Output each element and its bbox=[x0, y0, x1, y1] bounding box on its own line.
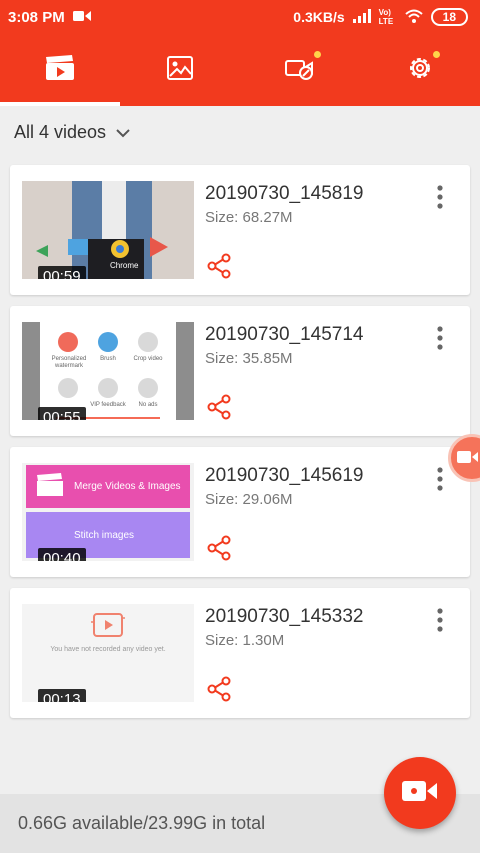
network-speed: 0.3KB/s bbox=[293, 9, 345, 25]
video-card[interactable]: Merge Videos & Images Stitch images 00:4… bbox=[10, 447, 470, 577]
tab-bar bbox=[0, 34, 480, 106]
empty-message: You have not recorded any video yet. bbox=[50, 646, 166, 653]
video-duration: 00:55 bbox=[38, 407, 86, 420]
tab-edit[interactable] bbox=[240, 34, 360, 106]
thumb-label: Brush bbox=[100, 356, 116, 362]
video-size: Size: 68.27M bbox=[205, 209, 293, 226]
tab-settings[interactable] bbox=[360, 34, 480, 106]
notification-dot bbox=[314, 51, 321, 58]
video-card[interactable]: Chrome 00:59 20190730_145819 Size: 68.27… bbox=[10, 165, 470, 295]
filter-label: All 4 videos bbox=[14, 121, 107, 142]
carrier-badge: Vo) LTE bbox=[378, 8, 394, 26]
video-duration: 00:40 bbox=[38, 548, 86, 561]
video-size: Size: 29.06M bbox=[205, 491, 293, 508]
status-time: 3:08 PM bbox=[8, 8, 65, 26]
status-bar: 3:08 PM 0.3KB/s Vo) LTE 18 bbox=[0, 0, 480, 34]
image-icon bbox=[167, 55, 193, 85]
camera-icon bbox=[457, 449, 479, 470]
video-thumbnail[interactable]: You have not recorded any video yet. 00:… bbox=[22, 604, 194, 702]
video-title: 20190730_145714 bbox=[205, 324, 364, 345]
battery-indicator: 18 bbox=[430, 8, 468, 26]
share-icon[interactable] bbox=[206, 676, 232, 702]
share-icon[interactable] bbox=[206, 253, 232, 279]
video-duration: 00:13 bbox=[38, 689, 86, 702]
notification-dot bbox=[433, 51, 440, 58]
video-placeholder-icon bbox=[90, 610, 126, 643]
video-clapper-icon bbox=[45, 54, 75, 86]
more-options-icon[interactable] bbox=[428, 324, 452, 354]
video-title: 20190730_145332 bbox=[205, 606, 364, 627]
clapper-icon bbox=[36, 473, 64, 502]
gear-icon bbox=[406, 54, 434, 87]
signal-icon bbox=[352, 8, 371, 26]
tab-images[interactable] bbox=[120, 34, 240, 106]
more-options-icon[interactable] bbox=[428, 465, 452, 495]
video-thumbnail[interactable]: Personalized watermark Brush Crop video … bbox=[22, 322, 194, 420]
video-card[interactable]: You have not recorded any video yet. 00:… bbox=[10, 588, 470, 718]
video-thumbnail[interactable]: Chrome 00:59 bbox=[22, 181, 194, 279]
video-camera-icon bbox=[72, 9, 91, 26]
thumb-label: Merge Videos & Images bbox=[74, 481, 181, 492]
video-thumbnail[interactable]: Merge Videos & Images Stitch images 00:4… bbox=[22, 463, 194, 561]
storage-info: 0.66G available/23.99G in total bbox=[18, 813, 266, 833]
thumb-label: No ads bbox=[138, 402, 158, 408]
thumb-label: Personalized watermark bbox=[51, 356, 87, 369]
thumb-label: Crop video bbox=[133, 356, 163, 362]
video-edit-icon bbox=[284, 55, 316, 86]
camera-icon bbox=[402, 779, 438, 808]
video-title: 20190730_145819 bbox=[205, 183, 364, 204]
wifi-icon bbox=[404, 9, 423, 26]
thumb-label: VIP feedback bbox=[90, 402, 126, 408]
share-icon[interactable] bbox=[206, 394, 232, 420]
video-size: Size: 35.85M bbox=[205, 350, 293, 367]
chevron-down-icon bbox=[116, 122, 130, 143]
thumb-label: Stitch images bbox=[74, 530, 135, 541]
video-title: 20190730_145619 bbox=[205, 465, 364, 486]
video-card[interactable]: Personalized watermark Brush Crop video … bbox=[10, 306, 470, 436]
more-options-icon[interactable] bbox=[428, 183, 452, 213]
share-icon[interactable] bbox=[206, 535, 232, 561]
record-button[interactable] bbox=[384, 757, 456, 829]
more-options-icon[interactable] bbox=[428, 606, 452, 636]
filter-dropdown[interactable]: All 4 videos bbox=[0, 106, 480, 158]
video-duration: 00:59 bbox=[38, 266, 86, 279]
video-size: Size: 1.30M bbox=[205, 632, 285, 649]
thumbnail-caption: Chrome bbox=[110, 261, 139, 270]
tab-videos[interactable] bbox=[0, 34, 120, 106]
